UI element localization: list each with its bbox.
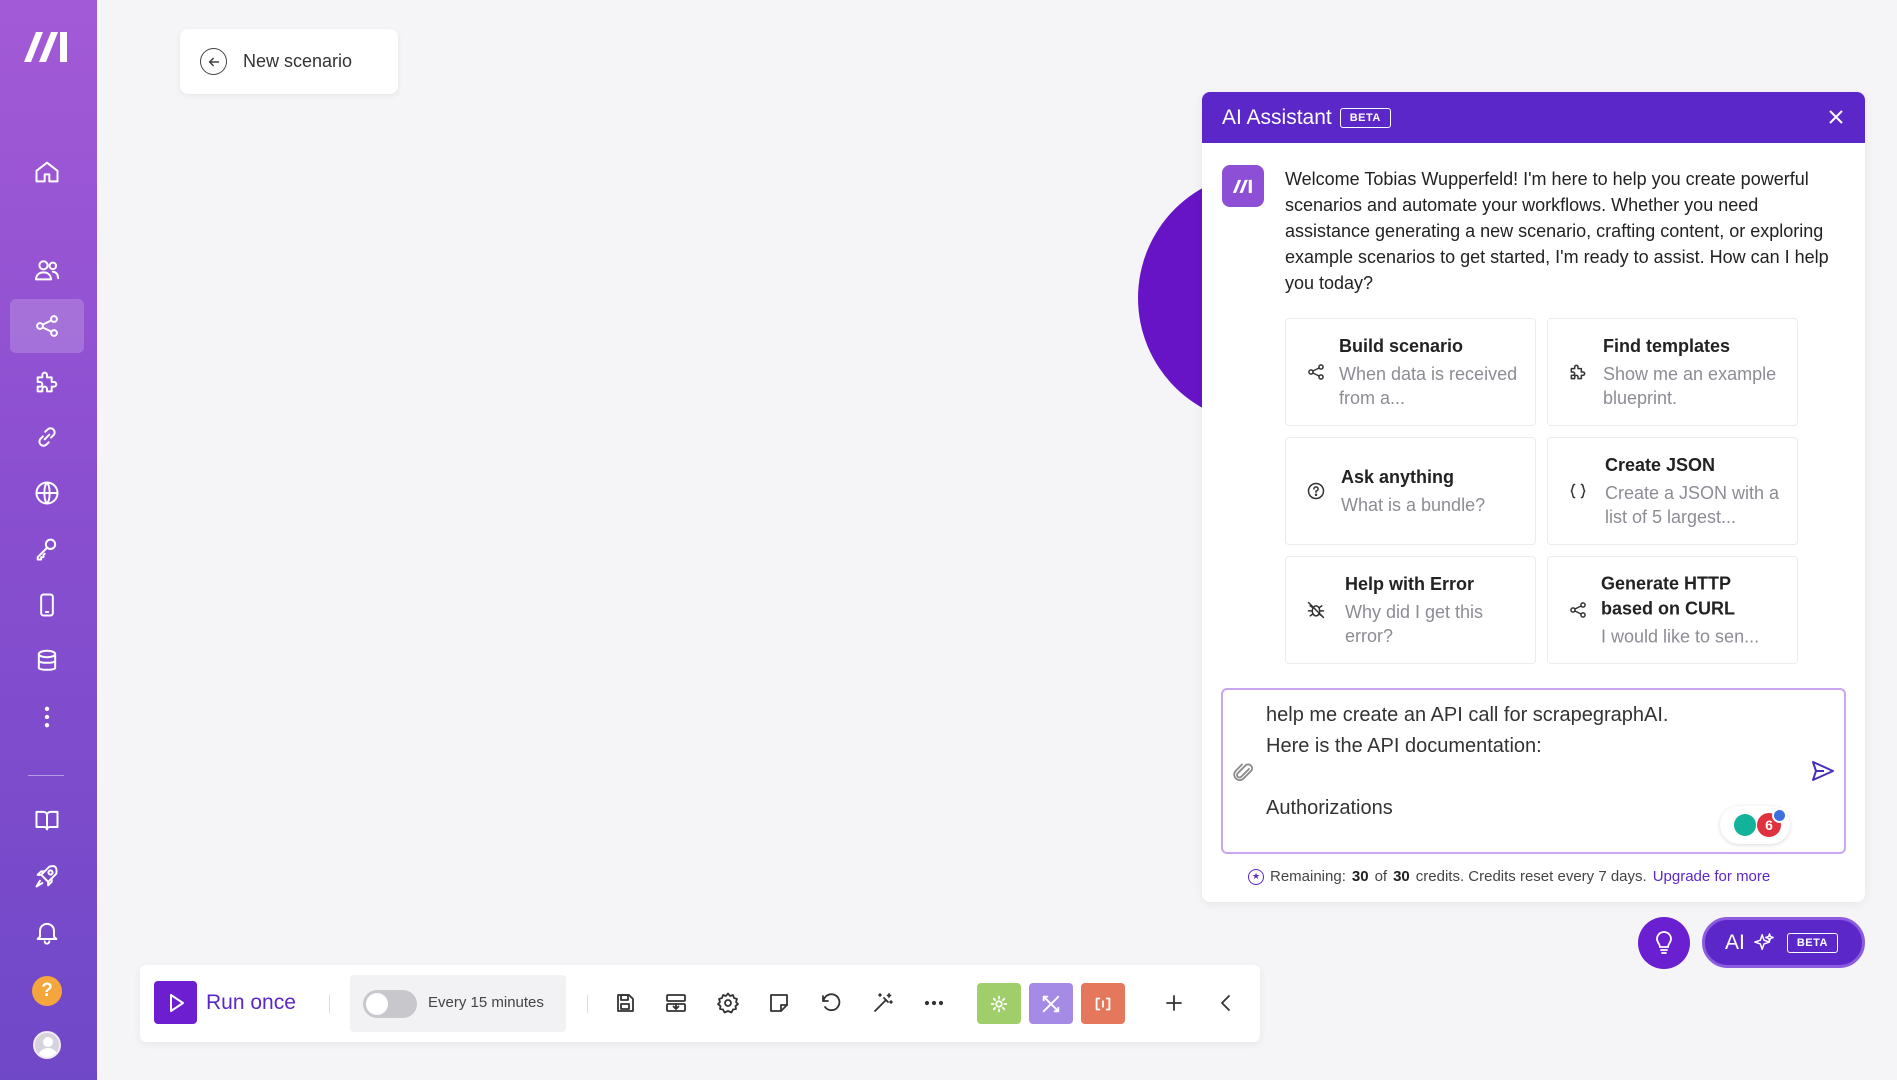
grammar-checker-badge[interactable]: 6 — [1720, 806, 1790, 844]
send-icon[interactable] — [1810, 758, 1836, 784]
suggestion-title: Generate HTTP based on CURL — [1601, 573, 1736, 619]
share-icon — [1568, 600, 1588, 620]
share-icon — [1306, 362, 1326, 382]
sidebar-divider — [28, 775, 64, 776]
more-vertical-icon[interactable] — [10, 690, 84, 744]
home-icon[interactable] — [10, 145, 84, 199]
ai-message-text[interactable]: help me create an API call for scrapegra… — [1266, 700, 1786, 824]
import-export-icon[interactable] — [662, 989, 690, 1017]
credits-remaining: 30 — [1351, 868, 1369, 885]
suggestion-ask-anything[interactable]: Ask anything What is a bundle? — [1285, 437, 1536, 545]
brackets-icon — [1095, 997, 1111, 1010]
assistant-welcome-message: Welcome Tobias Wupperfeld! I'm here to h… — [1285, 169, 1829, 293]
ai-button-label: AI — [1725, 930, 1745, 954]
upgrade-link[interactable]: Upgrade for more — [1653, 868, 1771, 885]
credits-info: ★ Remaining: 30 of 30 credits. Credits r… — [1248, 868, 1770, 885]
ai-panel-title: AI Assistant — [1222, 105, 1332, 129]
suggestion-subtitle: What is a bundle? — [1341, 495, 1486, 515]
schedule-control: Every 15 minutes — [350, 975, 566, 1032]
suggestion-create-json[interactable]: Create JSON Create a JSON with a list of… — [1547, 437, 1798, 545]
bell-icon[interactable] — [10, 905, 84, 959]
avatar[interactable] — [33, 1031, 61, 1059]
ai-assistant-toggle-button[interactable]: AI BETA — [1702, 917, 1865, 968]
back-arrow-icon[interactable] — [200, 48, 227, 75]
flow-control-button[interactable] — [1029, 983, 1073, 1024]
suggestion-build-scenario[interactable]: Build scenario When data is received fro… — [1285, 318, 1536, 426]
braces-icon — [1568, 481, 1588, 501]
more-horizontal-icon[interactable] — [920, 989, 948, 1017]
suggestion-title: Help with Error — [1345, 574, 1475, 594]
grammar-plus-icon — [1772, 808, 1787, 823]
suggestion-subtitle: Why did I get this error? — [1345, 602, 1484, 646]
grammar-status-icon — [1734, 814, 1756, 836]
help-icon[interactable]: ? — [32, 976, 62, 1006]
beta-badge: BETA — [1339, 107, 1391, 128]
magic-wand-icon[interactable] — [869, 989, 897, 1017]
suggestion-title: Create JSON — [1605, 455, 1716, 475]
suggestion-subtitle: When data is received from a... — [1339, 364, 1518, 408]
tools-gear-button[interactable] — [977, 983, 1021, 1024]
device-icon[interactable] — [10, 578, 84, 632]
plus-icon[interactable] — [1160, 989, 1188, 1017]
puzzle-icon — [1568, 362, 1588, 382]
schedule-label[interactable]: Every 15 minutes — [428, 994, 544, 1011]
credits-of: of — [1374, 868, 1388, 885]
suggestion-subtitle: Show me an example blueprint. — [1603, 364, 1777, 408]
schedule-toggle[interactable] — [363, 990, 417, 1018]
suggestion-title: Build scenario — [1339, 336, 1464, 356]
note-icon[interactable] — [765, 989, 793, 1017]
scenarios-icon[interactable] — [10, 299, 84, 353]
credits-icon: ★ — [1248, 868, 1264, 885]
credits-suffix: credits. Credits reset every 7 days. — [1415, 868, 1647, 885]
credits-prefix: Remaining: — [1270, 868, 1346, 885]
chevron-left-icon[interactable] — [1212, 989, 1240, 1017]
crossed-tools-icon — [1042, 995, 1060, 1012]
undo-icon[interactable] — [817, 989, 845, 1017]
suggestion-generate-http[interactable]: Generate HTTP based on CURL I would like… — [1547, 556, 1798, 664]
play-icon — [169, 993, 184, 1012]
gear-icon — [990, 995, 1008, 1012]
text-parser-button[interactable] — [1081, 983, 1125, 1024]
save-icon[interactable] — [611, 989, 639, 1017]
sparkles-icon — [1753, 932, 1774, 950]
sidebar: ? — [0, 0, 97, 1080]
connections-icon[interactable] — [10, 410, 84, 464]
close-icon[interactable] — [1825, 106, 1847, 128]
suggestion-find-templates[interactable]: Find templates Show me an example bluepr… — [1547, 318, 1798, 426]
rocket-icon[interactable] — [10, 849, 84, 903]
scenario-title[interactable]: New scenario — [243, 51, 352, 72]
book-icon[interactable] — [10, 793, 84, 847]
run-once-label[interactable]: Run once — [206, 991, 296, 1015]
tips-button[interactable] — [1638, 917, 1690, 969]
ai-message-input[interactable]: help me create an API call for scrapegra… — [1221, 688, 1846, 854]
suggestion-subtitle: Create a JSON with a list of 5 largest..… — [1605, 483, 1780, 527]
settings-icon[interactable] — [714, 989, 742, 1017]
run-once-button[interactable] — [154, 981, 197, 1024]
datastore-icon[interactable] — [10, 634, 84, 688]
beta-badge: BETA — [1786, 932, 1838, 953]
team-icon[interactable] — [10, 243, 84, 297]
assistant-avatar-icon — [1222, 165, 1264, 207]
ai-panel-header: AI Assistant BETA — [1202, 92, 1865, 143]
globe-icon[interactable] — [10, 466, 84, 520]
apps-icon[interactable] — [10, 355, 84, 409]
suggestion-title: Find templates — [1603, 336, 1731, 356]
scenario-title-bar: New scenario — [180, 29, 398, 94]
toolbar-divider — [587, 995, 588, 1013]
lightbulb-icon — [1656, 931, 1672, 954]
toolbar-divider — [329, 995, 330, 1013]
make-logo-icon[interactable] — [22, 28, 72, 64]
key-icon[interactable] — [10, 522, 84, 576]
ai-assistant-panel: AI Assistant BETA Welcome Tobias Wupperf… — [1202, 92, 1865, 902]
paperclip-icon[interactable] — [1233, 760, 1255, 786]
bug-icon — [1306, 600, 1326, 620]
question-icon — [1306, 481, 1326, 501]
scenario-toolbar: Run once Every 15 minutes — [140, 965, 1260, 1042]
suggestion-title: Ask anything — [1341, 467, 1455, 487]
credits-total: 30 — [1393, 868, 1410, 885]
suggestion-help-with-error[interactable]: Help with Error Why did I get this error… — [1285, 556, 1536, 664]
suggestion-subtitle: I would like to sen... — [1601, 626, 1760, 647]
